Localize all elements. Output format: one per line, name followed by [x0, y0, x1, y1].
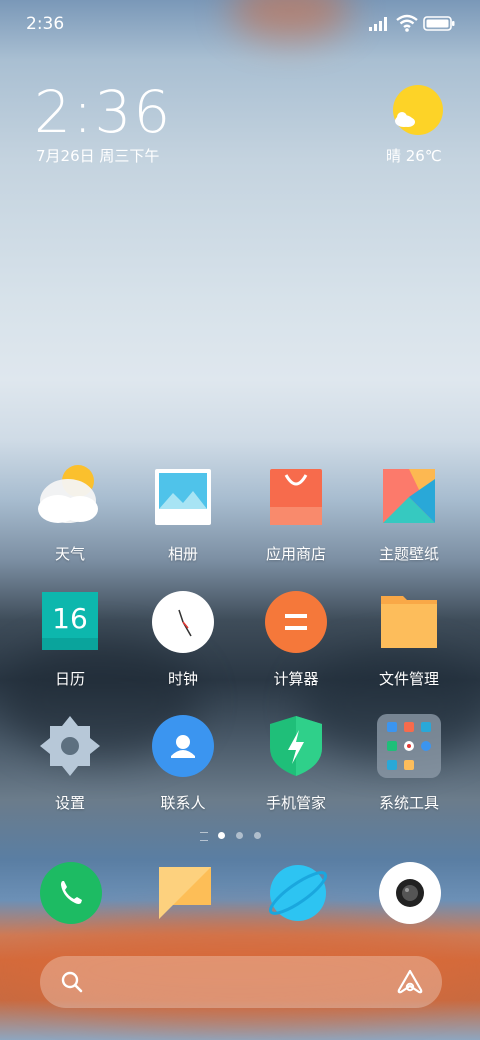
app-label: 相册: [167, 545, 198, 563]
app-weather[interactable]: 天气: [14, 465, 126, 564]
calculator-icon: [264, 590, 328, 654]
weather-summary[interactable]: 晴 26℃: [386, 145, 442, 166]
battery-icon: [423, 16, 455, 31]
app-label: 文件管理: [378, 670, 439, 688]
app-calendar[interactable]: 16 日历: [14, 590, 126, 689]
app-gallery[interactable]: 相册: [127, 465, 239, 564]
gear-icon: [38, 714, 102, 778]
app-label: 应用商店: [265, 545, 326, 563]
dock-messages[interactable]: [153, 861, 217, 925]
app-label: 系统工具: [378, 794, 439, 812]
weather-sun-icon[interactable]: [392, 84, 444, 136]
calendar-icon: 16: [38, 590, 102, 654]
shopping-bag-icon: [264, 465, 328, 529]
app-themes[interactable]: 主题壁纸: [353, 465, 465, 564]
contacts-icon: [151, 714, 215, 778]
status-time: 2:36: [26, 14, 65, 34]
camera-icon: [379, 862, 441, 924]
app-store[interactable]: 应用商店: [240, 465, 352, 564]
clock-widget-time[interactable]: 2:36: [34, 78, 172, 146]
app-label: 手机管家: [265, 794, 326, 812]
app-label: 设置: [54, 794, 85, 812]
page-dot-active: [218, 832, 225, 839]
app-settings[interactable]: 设置: [14, 714, 126, 813]
clock-widget-date[interactable]: 7月26日 周三下午: [36, 145, 159, 166]
weather-icon: [38, 465, 102, 529]
themes-icon: [377, 465, 441, 529]
page-indicator[interactable]: [0, 830, 480, 842]
page-dot: [236, 832, 243, 839]
dock-browser[interactable]: [266, 861, 330, 925]
cellular-signal-icon: [369, 17, 387, 31]
messages-icon: [159, 867, 211, 919]
wifi-icon: [396, 14, 418, 32]
app-security[interactable]: 手机管家: [240, 714, 352, 813]
search-icon: [61, 971, 83, 993]
folder-system-tools[interactable]: 系统工具: [353, 714, 465, 813]
app-label: 天气: [54, 545, 85, 563]
app-label: 联系人: [160, 794, 206, 812]
page-dot: [254, 832, 261, 839]
dock-camera[interactable]: [378, 861, 442, 925]
app-label: 主题壁纸: [378, 545, 439, 563]
phone-icon: [40, 862, 102, 924]
calendar-day: 16: [52, 602, 88, 635]
browser-icon: [268, 865, 328, 921]
all-apps-indicator-icon: [200, 832, 208, 841]
clock-icon: [151, 590, 215, 654]
status-bar: 2:36: [0, 0, 480, 50]
app-label: 日历: [54, 670, 85, 688]
assistant-icon[interactable]: [396, 968, 424, 996]
search-bar[interactable]: [40, 956, 442, 1008]
dock-phone[interactable]: [39, 861, 103, 925]
folder-icon: [377, 590, 441, 654]
shield-icon: [264, 714, 328, 778]
app-file-manager[interactable]: 文件管理: [353, 590, 465, 689]
gallery-icon: [151, 465, 215, 529]
app-label: 计算器: [273, 670, 319, 688]
app-contacts[interactable]: 联系人: [127, 714, 239, 813]
app-label: 时钟: [167, 670, 198, 688]
app-calculator[interactable]: 计算器: [240, 590, 352, 689]
folder-grid-icon: [377, 714, 441, 778]
app-clock[interactable]: 时钟: [127, 590, 239, 689]
